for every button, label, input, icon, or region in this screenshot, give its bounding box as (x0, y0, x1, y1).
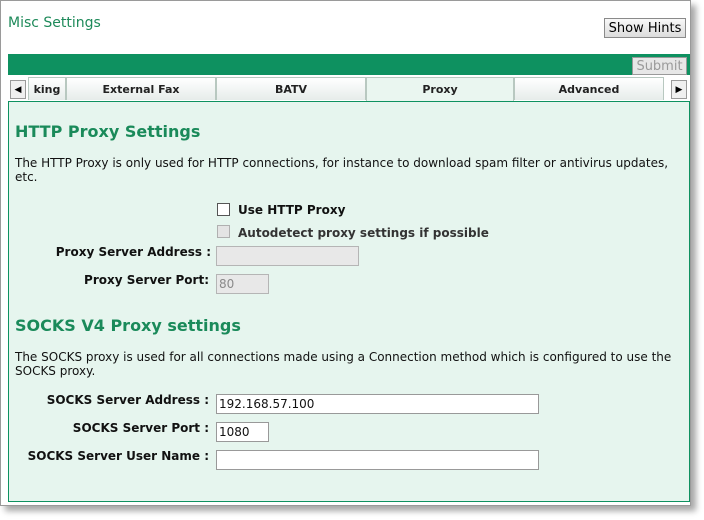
tab-external-fax[interactable]: External Fax (66, 77, 216, 100)
proxy-server-port-input[interactable]: 80 (216, 274, 269, 294)
tab-advanced[interactable]: Advanced (514, 77, 664, 100)
socks-server-user-name-input[interactable] (216, 450, 539, 470)
http-proxy-heading: HTTP Proxy Settings (15, 122, 201, 141)
use-http-proxy-label: Use HTTP Proxy (238, 203, 346, 217)
socks-server-port-input[interactable]: 1080 (216, 422, 269, 442)
tab-scroll-left-icon[interactable]: ◀ (10, 80, 26, 99)
socks-server-port-label: SOCKS Server Port : (72, 421, 209, 435)
submit-button[interactable]: Submit (632, 57, 687, 75)
window-title: Misc Settings (8, 15, 101, 31)
tab-bar: ◀ king External Fax BATV Proxy Advanced … (8, 77, 690, 102)
proxy-server-address-input[interactable] (216, 246, 359, 266)
socks-proxy-heading: SOCKS V4 Proxy settings (15, 316, 241, 335)
toolbar-bar (8, 54, 690, 75)
proxy-server-port-label: Proxy Server Port: (84, 273, 209, 287)
socks-server-user-name-label: SOCKS Server User Name : (27, 449, 209, 463)
tab-scroll-right-icon[interactable]: ▶ (671, 80, 687, 99)
tab-batv[interactable]: BATV (216, 77, 366, 100)
settings-window: Misc Settings Show Hints Submit ◀ king E… (0, 0, 691, 506)
socks-server-address-input[interactable]: 192.168.57.100 (216, 394, 539, 414)
tab-networking[interactable]: king (28, 77, 66, 100)
tab-proxy[interactable]: Proxy (366, 77, 514, 101)
http-proxy-description: The HTTP Proxy is only used for HTTP con… (15, 156, 669, 184)
use-http-proxy-checkbox[interactable] (217, 203, 230, 216)
socks-proxy-description: The SOCKS proxy is used for all connecti… (15, 350, 672, 378)
show-hints-button[interactable]: Show Hints (604, 18, 686, 38)
proxy-settings-panel: HTTP Proxy Settings The HTTP Proxy is on… (8, 102, 690, 502)
socks-server-address-label: SOCKS Server Address : (46, 393, 209, 407)
autodetect-proxy-checkbox[interactable] (217, 225, 230, 238)
proxy-server-address-label: Proxy Server Address : (55, 245, 211, 259)
autodetect-proxy-label: Autodetect proxy settings if possible (238, 226, 489, 240)
